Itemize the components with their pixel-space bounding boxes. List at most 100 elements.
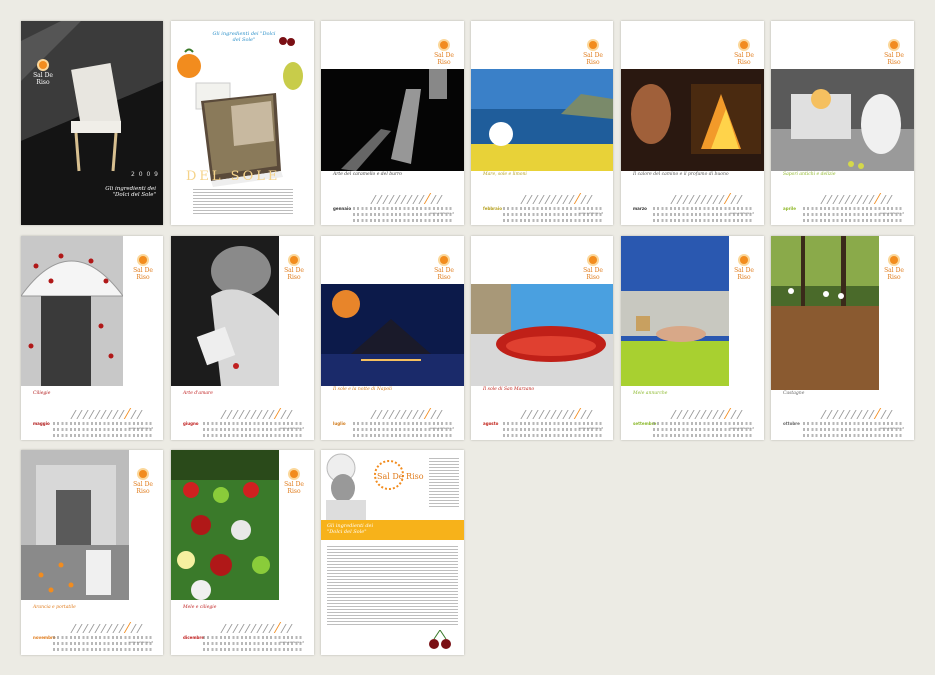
month-photo bbox=[471, 284, 613, 386]
calendar-tick bbox=[736, 195, 743, 204]
month-caption: Mare, sole e limoni bbox=[483, 172, 527, 177]
brand-logo: Sal De Riso bbox=[882, 256, 906, 286]
website: www.salderiso.it bbox=[578, 211, 603, 215]
month-page-marzo[interactable]: Sal De Riso Il calore del camino e il pr… bbox=[621, 21, 764, 225]
brand-logo: Sal De Riso bbox=[432, 41, 456, 71]
sun-icon bbox=[890, 41, 898, 49]
brand-logo: Sal De Riso bbox=[282, 256, 306, 286]
month-photo bbox=[621, 236, 729, 386]
calendar-cover[interactable]: Sal De Riso 2 0 0 9 Gli ingredienti dei … bbox=[21, 21, 163, 225]
month-name: luglio bbox=[333, 421, 346, 426]
month-page-maggio[interactable]: Sal De Riso Ciliegie maggio www.salderis… bbox=[21, 236, 163, 440]
month-page-gennaio[interactable]: Sal De Riso Arte del caramello e del bur… bbox=[321, 21, 464, 225]
month-photo bbox=[171, 236, 279, 386]
month-caption: Il sole di San Marzano bbox=[483, 387, 535, 392]
month-page-ottobre[interactable]: Sal De Riso Castagne ottobre www.salderi… bbox=[771, 236, 914, 440]
calendar-grid bbox=[53, 408, 153, 437]
website: www.salderiso.it bbox=[128, 640, 153, 644]
month-caption: Il calore del camino e il profumo di buo… bbox=[633, 172, 729, 177]
website: www.salderiso.it bbox=[429, 426, 454, 430]
website: www.salderiso.it bbox=[578, 426, 603, 430]
month-photo bbox=[21, 236, 123, 386]
sun-icon bbox=[440, 256, 448, 264]
website: www.salderiso.it bbox=[279, 640, 304, 644]
calendar-tick bbox=[886, 410, 893, 419]
month-name: febbraio bbox=[483, 206, 502, 211]
sun-icon bbox=[139, 256, 147, 264]
month-name: aprile bbox=[783, 206, 796, 211]
calendar-tick bbox=[586, 195, 593, 204]
month-name: dicembre bbox=[183, 635, 205, 640]
calendar-tick bbox=[436, 410, 443, 419]
calendar-grid bbox=[503, 408, 603, 437]
month-caption: Il sole e la notte di Napoli bbox=[333, 387, 393, 392]
month-name: maggio bbox=[33, 421, 50, 426]
website: www.salderiso.it bbox=[879, 211, 904, 215]
month-photo bbox=[21, 450, 129, 600]
month-name: agosto bbox=[483, 421, 499, 426]
cover-title: Gli ingredienti dei "Dolci del Sole" bbox=[105, 186, 156, 198]
calendar-grid bbox=[653, 408, 753, 437]
month-page-agosto[interactable]: Sal De Riso Il sole di San Marzano agost… bbox=[471, 236, 613, 440]
month-page-febbraio[interactable]: Sal De Riso Mare, sole e limoni febbraio… bbox=[471, 21, 613, 225]
website: www.salderiso.it bbox=[879, 426, 904, 430]
sun-icon bbox=[740, 41, 748, 49]
website: www.salderiso.it bbox=[279, 426, 304, 430]
contact-block bbox=[429, 458, 459, 508]
month-name: ottobre bbox=[783, 421, 800, 426]
month-caption: Arte del caramello e del burro bbox=[333, 172, 402, 177]
calendar-grid bbox=[503, 193, 603, 222]
month-name: giugno bbox=[183, 421, 199, 426]
month-page-luglio[interactable]: Sal De Riso Il sole e la notte di Napoli… bbox=[321, 236, 464, 440]
month-page-dicembre[interactable]: Sal De Riso Mele e ciliegie dicembre www… bbox=[171, 450, 314, 655]
month-caption: Mele e ciliegie bbox=[183, 605, 217, 610]
calendar-tick bbox=[136, 410, 143, 419]
description-text bbox=[327, 546, 458, 626]
website: www.salderiso.it bbox=[729, 211, 754, 215]
cherries-icon bbox=[429, 630, 451, 649]
brand-logo: Sal De Riso bbox=[581, 41, 605, 71]
month-photo bbox=[321, 284, 464, 386]
calendar-grid bbox=[203, 622, 303, 651]
back-cover[interactable]: Sal De Riso Gli ingredienti dei "Dolci d… bbox=[321, 450, 464, 655]
month-page-aprile[interactable]: Sal De Riso Sapori antichi e delizie apr… bbox=[771, 21, 914, 225]
brand-logo: Sal De Riso bbox=[732, 41, 756, 71]
intro-title: Gli ingredienti dei "Dolci del Sole" bbox=[212, 31, 276, 43]
intro-page[interactable]: Gli ingredienti dei "Dolci del Sole" DEL… bbox=[171, 21, 314, 225]
calendar-grid bbox=[203, 408, 303, 437]
month-caption: Arte d'amare bbox=[183, 391, 213, 396]
month-photo bbox=[171, 450, 279, 600]
calendar-grid bbox=[53, 622, 153, 651]
month-page-settembre[interactable]: Sal De Riso Mele annurche settembre www.… bbox=[621, 236, 764, 440]
calendar-tick bbox=[286, 410, 293, 419]
month-page-novembre[interactable]: Sal De Riso Arancia e portatile novembre… bbox=[21, 450, 163, 655]
sun-icon bbox=[290, 256, 298, 264]
cover-year: 2 0 0 9 bbox=[131, 171, 159, 178]
calendar-grid bbox=[353, 193, 453, 222]
sun-icon bbox=[290, 470, 298, 478]
calendar-grid bbox=[803, 408, 903, 437]
month-name: marzo bbox=[633, 206, 647, 211]
brand-logo: Sal De Riso bbox=[732, 256, 756, 286]
brand-logo: Sal De Riso bbox=[282, 470, 306, 500]
calendar-tick bbox=[436, 195, 443, 204]
sun-icon bbox=[740, 256, 748, 264]
intro-big-title: DEL SOLE bbox=[186, 169, 281, 184]
sun-icon bbox=[440, 41, 448, 49]
website: www.salderiso.it bbox=[729, 426, 754, 430]
calendar-tick bbox=[286, 624, 293, 633]
brand-logo: Sal De Riso bbox=[581, 256, 605, 286]
calendar-grid bbox=[803, 193, 903, 222]
brand-logo: Sal De Riso bbox=[432, 256, 456, 286]
sun-icon bbox=[890, 256, 898, 264]
calendar-tick bbox=[886, 195, 893, 204]
back-brand: Sal De Riso bbox=[377, 472, 424, 481]
month-photo bbox=[771, 236, 879, 390]
month-page-giugno[interactable]: Sal De Riso Arte d'amare giugno www.sald… bbox=[171, 236, 314, 440]
month-name: gennaio bbox=[333, 206, 352, 211]
brand-logo: Sal De Riso bbox=[882, 41, 906, 71]
month-caption: Ciliegie bbox=[33, 391, 51, 396]
brand-logo: Sal De Riso bbox=[131, 256, 155, 286]
brand-logo: Sal De Riso bbox=[131, 470, 155, 500]
cover-brand: Sal De Riso bbox=[33, 72, 53, 86]
